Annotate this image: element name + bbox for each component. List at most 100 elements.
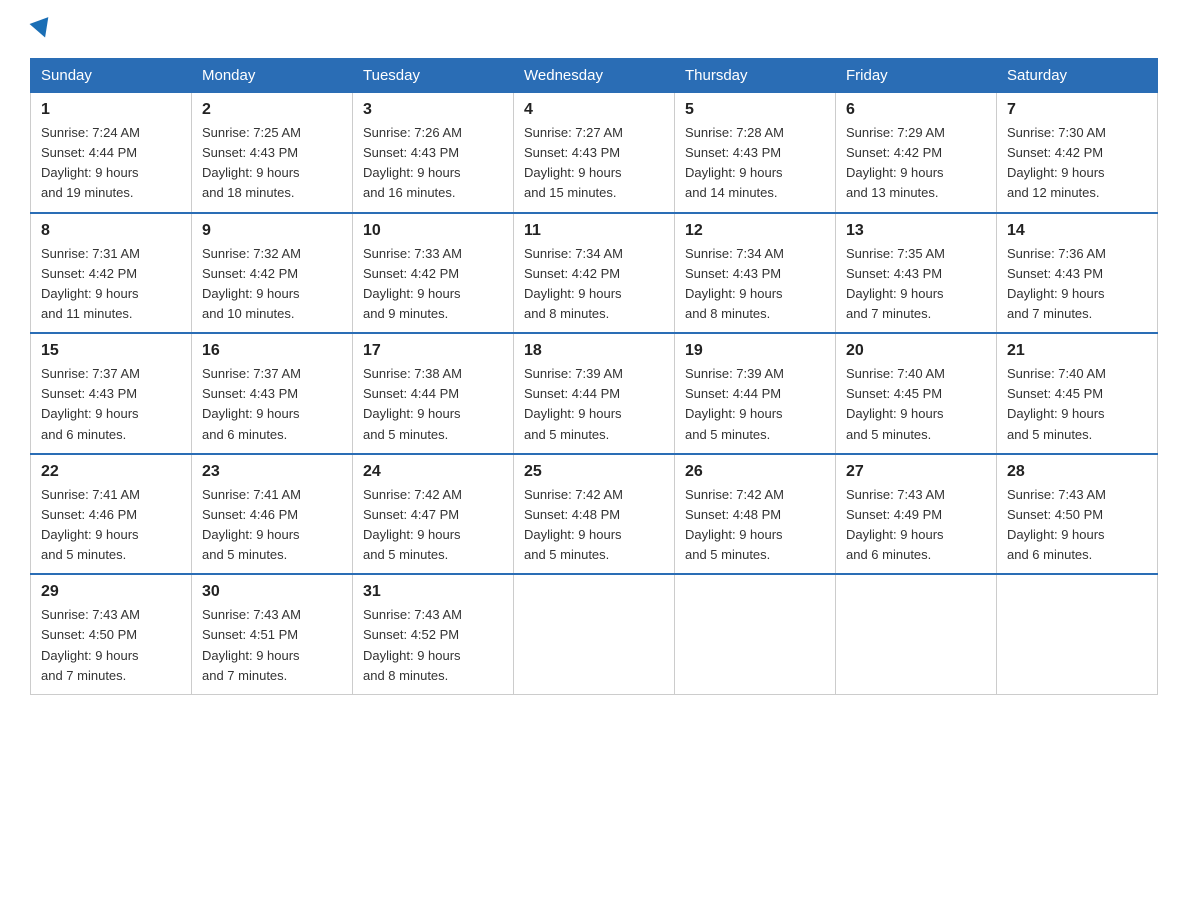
day-info: Sunrise: 7:28 AMSunset: 4:43 PMDaylight:… [685, 123, 825, 204]
calendar-cell: 28 Sunrise: 7:43 AMSunset: 4:50 PMDayligh… [997, 454, 1158, 575]
calendar-cell: 4 Sunrise: 7:27 AMSunset: 4:43 PMDaylight… [514, 93, 675, 213]
calendar-cell: 24 Sunrise: 7:42 AMSunset: 4:47 PMDayligh… [353, 454, 514, 575]
calendar-cell: 14 Sunrise: 7:36 AMSunset: 4:43 PMDayligh… [997, 213, 1158, 334]
day-number: 24 [363, 463, 503, 481]
day-info: Sunrise: 7:30 AMSunset: 4:42 PMDaylight:… [1007, 123, 1147, 204]
day-info: Sunrise: 7:34 AMSunset: 4:42 PMDaylight:… [524, 244, 664, 325]
calendar-cell [675, 574, 836, 694]
day-number: 4 [524, 101, 664, 119]
calendar-cell: 23 Sunrise: 7:41 AMSunset: 4:46 PMDayligh… [192, 454, 353, 575]
day-info: Sunrise: 7:42 AMSunset: 4:47 PMDaylight:… [363, 485, 503, 566]
calendar-cell: 25 Sunrise: 7:42 AMSunset: 4:48 PMDayligh… [514, 454, 675, 575]
day-info: Sunrise: 7:29 AMSunset: 4:42 PMDaylight:… [846, 123, 986, 204]
calendar-week-1: 1 Sunrise: 7:24 AMSunset: 4:44 PMDaylight… [31, 93, 1158, 213]
day-number: 5 [685, 101, 825, 119]
page-header [30, 20, 1158, 38]
day-info: Sunrise: 7:42 AMSunset: 4:48 PMDaylight:… [685, 485, 825, 566]
calendar-cell: 8 Sunrise: 7:31 AMSunset: 4:42 PMDaylight… [31, 213, 192, 334]
calendar-cell: 22Sunrise: 7:41 AMSunset: 4:46 PMDayligh… [31, 454, 192, 575]
day-info: Sunrise: 7:43 AMSunset: 4:52 PMDaylight:… [363, 605, 503, 686]
day-number: 26 [685, 463, 825, 481]
calendar-week-2: 8 Sunrise: 7:31 AMSunset: 4:42 PMDaylight… [31, 213, 1158, 334]
calendar-cell: 10Sunrise: 7:33 AMSunset: 4:42 PMDayligh… [353, 213, 514, 334]
weekday-header-sunday: Sunday [31, 59, 192, 93]
calendar-cell: 9 Sunrise: 7:32 AMSunset: 4:42 PMDaylight… [192, 213, 353, 334]
calendar-cell: 13Sunrise: 7:35 AMSunset: 4:43 PMDayligh… [836, 213, 997, 334]
day-number: 29 [41, 583, 181, 601]
day-number: 21 [1007, 342, 1147, 360]
calendar-cell: 26 Sunrise: 7:42 AMSunset: 4:48 PMDayligh… [675, 454, 836, 575]
day-number: 25 [524, 463, 664, 481]
calendar-cell: 16 Sunrise: 7:37 AMSunset: 4:43 PMDayligh… [192, 333, 353, 454]
calendar-cell: 5 Sunrise: 7:28 AMSunset: 4:43 PMDaylight… [675, 93, 836, 213]
day-number: 1 [41, 101, 181, 119]
day-number: 27 [846, 463, 986, 481]
day-info: Sunrise: 7:24 AMSunset: 4:44 PMDaylight:… [41, 123, 181, 204]
calendar-cell [997, 574, 1158, 694]
day-info: Sunrise: 7:31 AMSunset: 4:42 PMDaylight:… [41, 244, 181, 325]
calendar-cell: 29Sunrise: 7:43 AMSunset: 4:50 PMDayligh… [31, 574, 192, 694]
calendar-cell: 20 Sunrise: 7:40 AMSunset: 4:45 PMDayligh… [836, 333, 997, 454]
day-info: Sunrise: 7:43 AMSunset: 4:51 PMDaylight:… [202, 605, 342, 686]
logo [30, 20, 52, 38]
day-number: 8 [41, 222, 181, 240]
day-number: 9 [202, 222, 342, 240]
calendar-cell: 12Sunrise: 7:34 AMSunset: 4:43 PMDayligh… [675, 213, 836, 334]
day-number: 20 [846, 342, 986, 360]
calendar-table: SundayMondayTuesdayWednesdayThursdayFrid… [30, 58, 1158, 695]
day-number: 23 [202, 463, 342, 481]
day-info: Sunrise: 7:32 AMSunset: 4:42 PMDaylight:… [202, 244, 342, 325]
day-info: Sunrise: 7:37 AMSunset: 4:43 PMDaylight:… [41, 364, 181, 445]
calendar-cell: 17Sunrise: 7:38 AMSunset: 4:44 PMDayligh… [353, 333, 514, 454]
day-info: Sunrise: 7:27 AMSunset: 4:43 PMDaylight:… [524, 123, 664, 204]
weekday-header-friday: Friday [836, 59, 997, 93]
weekday-header-tuesday: Tuesday [353, 59, 514, 93]
day-number: 16 [202, 342, 342, 360]
day-info: Sunrise: 7:33 AMSunset: 4:42 PMDaylight:… [363, 244, 503, 325]
calendar-cell: 3 Sunrise: 7:26 AMSunset: 4:43 PMDaylight… [353, 93, 514, 213]
calendar-cell: 31 Sunrise: 7:43 AMSunset: 4:52 PMDayligh… [353, 574, 514, 694]
day-number: 28 [1007, 463, 1147, 481]
calendar-cell: 1 Sunrise: 7:24 AMSunset: 4:44 PMDaylight… [31, 93, 192, 213]
day-info: Sunrise: 7:40 AMSunset: 4:45 PMDaylight:… [1007, 364, 1147, 445]
day-number: 11 [524, 222, 664, 240]
day-number: 31 [363, 583, 503, 601]
weekday-header-thursday: Thursday [675, 59, 836, 93]
calendar-week-5: 29Sunrise: 7:43 AMSunset: 4:50 PMDayligh… [31, 574, 1158, 694]
day-info: Sunrise: 7:39 AMSunset: 4:44 PMDaylight:… [524, 364, 664, 445]
day-info: Sunrise: 7:43 AMSunset: 4:49 PMDaylight:… [846, 485, 986, 566]
calendar-cell: 21 Sunrise: 7:40 AMSunset: 4:45 PMDayligh… [997, 333, 1158, 454]
day-info: Sunrise: 7:42 AMSunset: 4:48 PMDaylight:… [524, 485, 664, 566]
day-number: 13 [846, 222, 986, 240]
day-number: 15 [41, 342, 181, 360]
day-number: 22 [41, 463, 181, 481]
day-info: Sunrise: 7:41 AMSunset: 4:46 PMDaylight:… [202, 485, 342, 566]
day-info: Sunrise: 7:43 AMSunset: 4:50 PMDaylight:… [1007, 485, 1147, 566]
weekday-header-monday: Monday [192, 59, 353, 93]
logo-triangle-icon [30, 17, 55, 41]
calendar-cell: 19 Sunrise: 7:39 AMSunset: 4:44 PMDayligh… [675, 333, 836, 454]
day-info: Sunrise: 7:34 AMSunset: 4:43 PMDaylight:… [685, 244, 825, 325]
day-number: 3 [363, 101, 503, 119]
calendar-cell: 7 Sunrise: 7:30 AMSunset: 4:42 PMDaylight… [997, 93, 1158, 213]
calendar-cell: 15 Sunrise: 7:37 AMSunset: 4:43 PMDayligh… [31, 333, 192, 454]
day-info: Sunrise: 7:37 AMSunset: 4:43 PMDaylight:… [202, 364, 342, 445]
weekday-header-saturday: Saturday [997, 59, 1158, 93]
day-info: Sunrise: 7:40 AMSunset: 4:45 PMDaylight:… [846, 364, 986, 445]
calendar-cell [514, 574, 675, 694]
calendar-cell [836, 574, 997, 694]
calendar-cell: 27 Sunrise: 7:43 AMSunset: 4:49 PMDayligh… [836, 454, 997, 575]
day-info: Sunrise: 7:38 AMSunset: 4:44 PMDaylight:… [363, 364, 503, 445]
day-number: 6 [846, 101, 986, 119]
calendar-cell: 2Sunrise: 7:25 AMSunset: 4:43 PMDaylight… [192, 93, 353, 213]
day-info: Sunrise: 7:36 AMSunset: 4:43 PMDaylight:… [1007, 244, 1147, 325]
calendar-cell: 6 Sunrise: 7:29 AMSunset: 4:42 PMDaylight… [836, 93, 997, 213]
day-info: Sunrise: 7:26 AMSunset: 4:43 PMDaylight:… [363, 123, 503, 204]
calendar-week-4: 22 Sunrise: 7:41 AMSunset: 4:46 PMDayligh… [31, 454, 1158, 575]
day-number: 7 [1007, 101, 1147, 119]
day-number: 18 [524, 342, 664, 360]
day-number: 14 [1007, 222, 1147, 240]
day-info: Sunrise: 7:39 AMSunset: 4:44 PMDaylight:… [685, 364, 825, 445]
day-number: 19 [685, 342, 825, 360]
day-number: 30 [202, 583, 342, 601]
